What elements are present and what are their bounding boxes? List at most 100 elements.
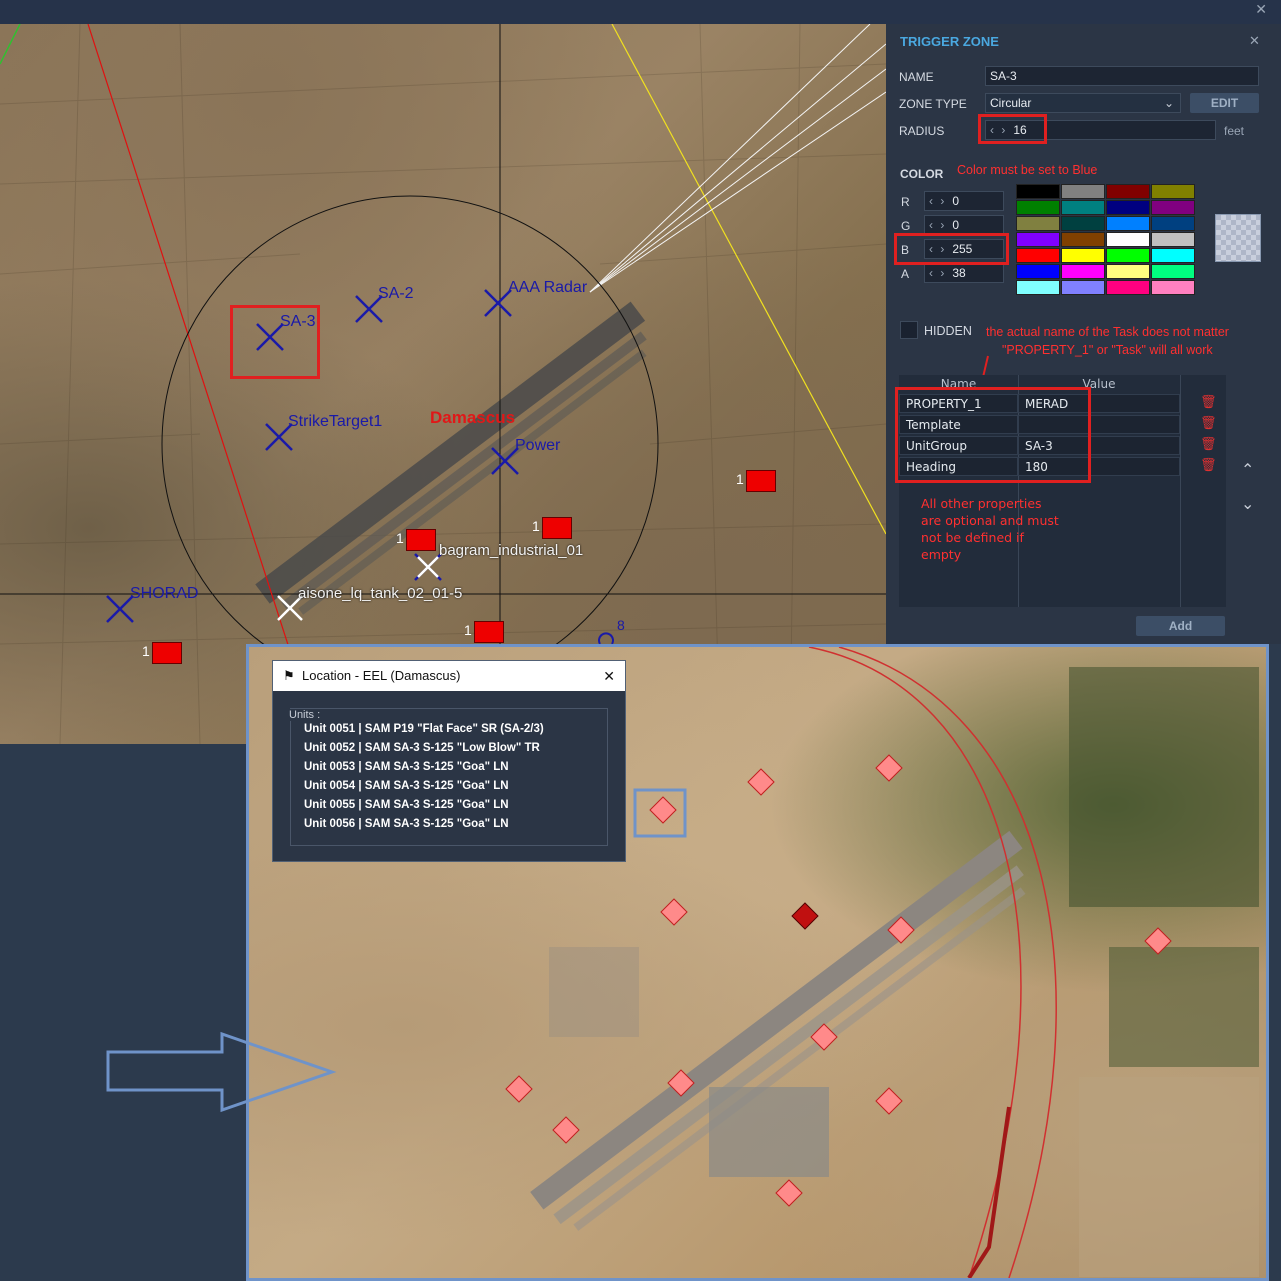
hidden-checkbox[interactable] <box>900 321 918 339</box>
location-window-titlebar: ⚑ Location - EEL (Damascus) ✕ <box>273 661 625 691</box>
map-label-eight: 8 <box>617 617 625 633</box>
move-down-icon[interactable]: ⌄ <box>1241 494 1254 514</box>
static-object-icon[interactable] <box>542 517 572 539</box>
color-swatch[interactable] <box>1016 184 1060 199</box>
channel-g-value: 0 <box>952 218 960 232</box>
radius-label: RADIUS <box>899 124 945 138</box>
color-swatch[interactable] <box>1151 232 1195 247</box>
delete-row-icon[interactable]: 🗑 <box>1200 416 1217 431</box>
edit-button[interactable]: EDIT <box>1190 93 1259 113</box>
map-label-power[interactable]: Power <box>515 437 560 455</box>
list-item[interactable]: Unit 0051 | SAM P19 "Flat Face" SR (SA-2… <box>304 723 544 735</box>
map-view[interactable]: SA-3 SA-2 AAA Radar StrikeTarget1 Power … <box>0 24 886 744</box>
radius-unit: feet <box>1224 124 1245 138</box>
property-highlight-box <box>895 387 1091 483</box>
zone-type-select[interactable]: Circular ⌄ <box>985 93 1181 113</box>
delete-row-icon[interactable]: 🗑 <box>1200 458 1217 473</box>
map-label-sa2[interactable]: SA-2 <box>378 285 414 303</box>
location-window-title: Location - EEL (Damascus) <box>302 668 461 683</box>
list-item[interactable]: Unit 0056 | SAM SA-3 S-125 "Goa" LN <box>304 818 509 830</box>
color-palette <box>1016 184 1198 296</box>
color-swatch[interactable] <box>1106 200 1150 215</box>
color-swatch[interactable] <box>1151 248 1195 263</box>
unit-count: 1 <box>736 471 744 487</box>
task-note-line1: the actual name of the Task does not mat… <box>986 325 1229 339</box>
channel-a-value: 38 <box>952 266 966 280</box>
optional-note-line: empty <box>921 547 962 562</box>
color-swatch[interactable] <box>1061 216 1105 231</box>
map-label-bagram-industrial[interactable]: bagram_industrial_01 <box>439 542 583 559</box>
static-object-icon[interactable] <box>474 621 504 643</box>
list-item[interactable]: Unit 0055 | SAM SA-3 S-125 "Goa" LN <box>304 799 509 811</box>
list-item[interactable]: Unit 0054 | SAM SA-3 S-125 "Goa" LN <box>304 780 509 792</box>
static-object-icon[interactable] <box>746 470 776 492</box>
close-icon[interactable]: ✕ <box>603 661 615 691</box>
channel-r-field[interactable]: ‹ › 0 <box>924 191 1004 211</box>
delete-row-icon[interactable]: 🗑 <box>1200 395 1217 410</box>
color-swatch[interactable] <box>1016 264 1060 279</box>
unit-count: 1 <box>142 643 150 659</box>
color-swatch[interactable] <box>1151 216 1195 231</box>
color-swatch[interactable] <box>1151 280 1195 295</box>
color-swatch[interactable] <box>1061 264 1105 279</box>
color-swatch[interactable] <box>1151 184 1195 199</box>
zone-type-value: Circular <box>990 96 1032 110</box>
color-swatch[interactable] <box>1061 248 1105 263</box>
color-swatch[interactable] <box>1106 248 1150 263</box>
color-swatch[interactable] <box>1151 264 1195 279</box>
window-close-icon[interactable]: ✕ <box>1255 2 1267 18</box>
panel-close-icon[interactable]: ✕ <box>1249 33 1260 49</box>
color-swatch[interactable] <box>1151 200 1195 215</box>
units-label: Units : <box>289 709 324 721</box>
color-swatch[interactable] <box>1061 280 1105 295</box>
static-object-icon[interactable] <box>406 529 436 551</box>
color-swatch[interactable] <box>1106 184 1150 199</box>
list-item[interactable]: Unit 0053 | SAM SA-3 S-125 "Goa" LN <box>304 761 509 773</box>
list-item[interactable]: Unit 0052 | SAM SA-3 S-125 "Low Blow" TR <box>304 742 540 754</box>
title-bar: ✕ <box>0 0 1281 24</box>
stepper-arrows-icon[interactable]: ‹ › <box>929 194 946 208</box>
map-label-shorad[interactable]: SHORAD <box>130 585 198 603</box>
map-label-aaa-radar[interactable]: AAA Radar <box>508 279 587 297</box>
unit-count: 1 <box>396 530 404 546</box>
delete-row-icon[interactable]: 🗑 <box>1200 437 1217 452</box>
name-field[interactable]: SA-3 <box>985 66 1259 86</box>
static-object-icon[interactable] <box>152 642 182 664</box>
map-label-strike-target[interactable]: StrikeTarget1 <box>288 413 382 431</box>
color-swatch[interactable] <box>1106 264 1150 279</box>
color-swatch[interactable] <box>1016 216 1060 231</box>
move-up-icon[interactable]: ⌃ <box>1241 460 1254 480</box>
color-swatch[interactable] <box>1106 232 1150 247</box>
color-swatch[interactable] <box>1016 280 1060 295</box>
stepper-arrows-icon[interactable]: ‹ › <box>929 266 946 280</box>
channel-g-field[interactable]: ‹ › 0 <box>924 215 1004 235</box>
color-swatch[interactable] <box>1016 200 1060 215</box>
color-note: Color must be set to Blue <box>957 163 1098 177</box>
location-window: ⚑ Location - EEL (Damascus) ✕ Units : Un… <box>272 660 626 862</box>
optional-note: All other properties are optional and mu… <box>921 495 1059 563</box>
color-swatch[interactable] <box>1016 248 1060 263</box>
task-note-line2: "PROPERTY_1" or "Task" will all work <box>1002 343 1213 357</box>
channel-a-field[interactable]: ‹ › 38 <box>924 263 1004 283</box>
flag-icon: ⚑ <box>283 668 295 683</box>
add-property-button[interactable]: Add <box>1136 616 1225 636</box>
panel-title: TRIGGER ZONE <box>900 34 999 49</box>
channel-r-value: 0 <box>952 194 960 208</box>
color-swatch[interactable] <box>1106 280 1150 295</box>
map-label-sa3[interactable]: SA-3 <box>280 313 316 331</box>
color-swatch[interactable] <box>1061 232 1105 247</box>
pointer-arrow <box>106 1031 337 1113</box>
color-label: COLOR <box>900 167 944 181</box>
zone-type-label: ZONE TYPE <box>899 97 967 111</box>
channel-label-g: G <box>901 219 911 233</box>
color-preview <box>1215 214 1261 262</box>
optional-note-line: are optional and must <box>921 513 1059 528</box>
stepper-arrows-icon[interactable]: ‹ › <box>929 218 946 232</box>
color-swatch[interactable] <box>1061 200 1105 215</box>
color-swatch[interactable] <box>1106 216 1150 231</box>
map-label-damascus: Damascus <box>430 408 516 427</box>
unit-count: 1 <box>464 622 472 638</box>
map-label-tank-group[interactable]: aisone_lq_tank_02_01-5 <box>298 585 462 602</box>
color-swatch[interactable] <box>1016 232 1060 247</box>
color-swatch[interactable] <box>1061 184 1105 199</box>
